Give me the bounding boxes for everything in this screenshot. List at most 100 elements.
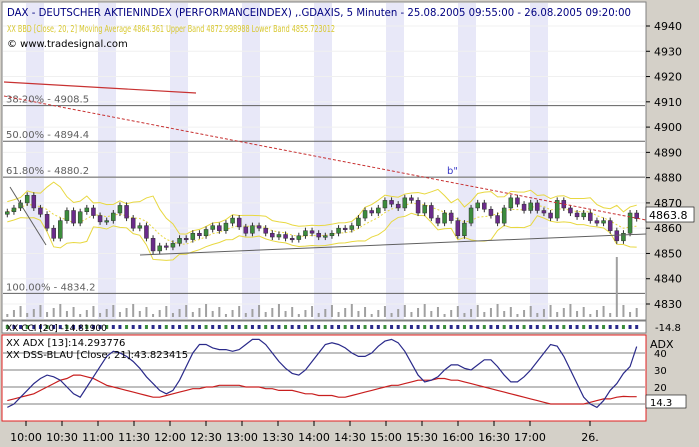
candle-body (58, 220, 63, 239)
price-tick-label: 4840 (654, 273, 682, 286)
indicator-label: XX BBD [Close, 20, 2] Moving Average 486… (7, 24, 335, 35)
cci-mark (363, 325, 367, 329)
cci-mark (502, 325, 506, 329)
volume-bar (218, 307, 221, 317)
time-tick-label: 14:30 (334, 431, 366, 444)
cci-mark (297, 325, 301, 329)
candle-body (44, 214, 50, 229)
cci-mark (310, 325, 314, 329)
cci-mark (575, 325, 579, 329)
volume-bar (330, 305, 333, 317)
candle-body (349, 225, 355, 230)
cci-mark (290, 325, 294, 329)
candle-body (230, 217, 235, 224)
volume-bar (417, 308, 420, 317)
volume-bar (635, 308, 638, 317)
volume-bar (622, 305, 625, 317)
cci-mark (456, 325, 460, 329)
candle-body (482, 202, 487, 210)
volume-bar (450, 310, 453, 317)
candle-body (77, 211, 83, 224)
cci-mark (337, 325, 341, 329)
volume-bar (523, 310, 526, 317)
candle-body (528, 202, 533, 211)
cci-mark (509, 325, 513, 329)
price-tick-label: 4940 (654, 20, 682, 33)
time-tick-label: 14:00 (298, 431, 330, 444)
cci-mark (588, 325, 592, 329)
cci-mark (303, 325, 307, 329)
cci-mark (409, 325, 413, 329)
volume-bar (350, 304, 353, 317)
cci-mark (403, 325, 407, 329)
volume-bar (264, 312, 267, 317)
candle-body (183, 238, 189, 241)
candle-body (104, 220, 109, 223)
volume-bar (615, 257, 618, 317)
candle-body (495, 215, 500, 224)
time-tick-label: 16:30 (478, 431, 510, 444)
volume-bar (238, 306, 241, 317)
candle-body (144, 225, 149, 239)
candle-body (548, 212, 553, 219)
candle-body (250, 225, 255, 234)
cci-mark (562, 325, 566, 329)
candle-body (289, 238, 295, 241)
cci-mark (582, 325, 586, 329)
time-tick-label: 10:30 (46, 431, 78, 444)
candle-body (356, 217, 361, 226)
volume-bar (79, 314, 82, 317)
cci-mark (555, 325, 559, 329)
volume-bar (46, 312, 49, 317)
candle-body (71, 210, 76, 224)
adx-last-value: 14.3 (650, 398, 672, 409)
volume-bar (337, 312, 340, 317)
volume-bar (542, 309, 545, 317)
volume-bar (549, 305, 552, 317)
volume-bar (65, 311, 68, 317)
cci-mark (250, 325, 254, 329)
candle-body (488, 208, 494, 216)
candle-body (541, 210, 547, 214)
cci-mark (138, 325, 142, 329)
chart-canvas[interactable]: 38.20% - 4908.5 50.00% - 4894.4 61.80% - 4… (0, 0, 699, 447)
cci-mark (217, 325, 221, 329)
volume-bar (436, 307, 439, 317)
cci-value-label: -14.8 (655, 323, 681, 334)
cci-mark (482, 325, 486, 329)
candle-body (429, 205, 434, 219)
candle-body (137, 225, 143, 229)
volume-bar (456, 306, 459, 317)
volume-bar (370, 314, 373, 317)
cci-mark (436, 325, 440, 329)
volume-bar (377, 310, 380, 317)
cci-mark (111, 325, 115, 329)
cci-mark (204, 325, 208, 329)
volume-bar (19, 306, 22, 317)
cci-mark (635, 325, 639, 329)
volume-bar (582, 307, 585, 317)
time-tick-label: 11:30 (118, 431, 150, 444)
volume-bar (26, 313, 29, 317)
cci-mark (549, 325, 553, 329)
candle-body (303, 230, 308, 237)
candle-body (329, 232, 335, 237)
cci-mark (595, 325, 599, 329)
volume-bar (165, 306, 168, 317)
candle-body (607, 220, 613, 231)
time-tick-label: 17:00 (514, 431, 546, 444)
volume-bar (132, 304, 135, 317)
shading-column (530, 3, 548, 319)
cci-mark (224, 325, 228, 329)
candle-body (409, 197, 414, 201)
candle-body (124, 205, 129, 219)
cci-mark (237, 325, 241, 329)
time-tick-label: 13:30 (262, 431, 294, 444)
candle-body (203, 229, 209, 237)
dss-label: XX DSS-BLAU [Close, 21]:43.823415 (6, 350, 188, 361)
candle-body (11, 207, 17, 213)
candle-body (256, 225, 262, 229)
candle-body (177, 238, 182, 244)
volume-bar (271, 308, 274, 317)
cci-mark (370, 325, 374, 329)
